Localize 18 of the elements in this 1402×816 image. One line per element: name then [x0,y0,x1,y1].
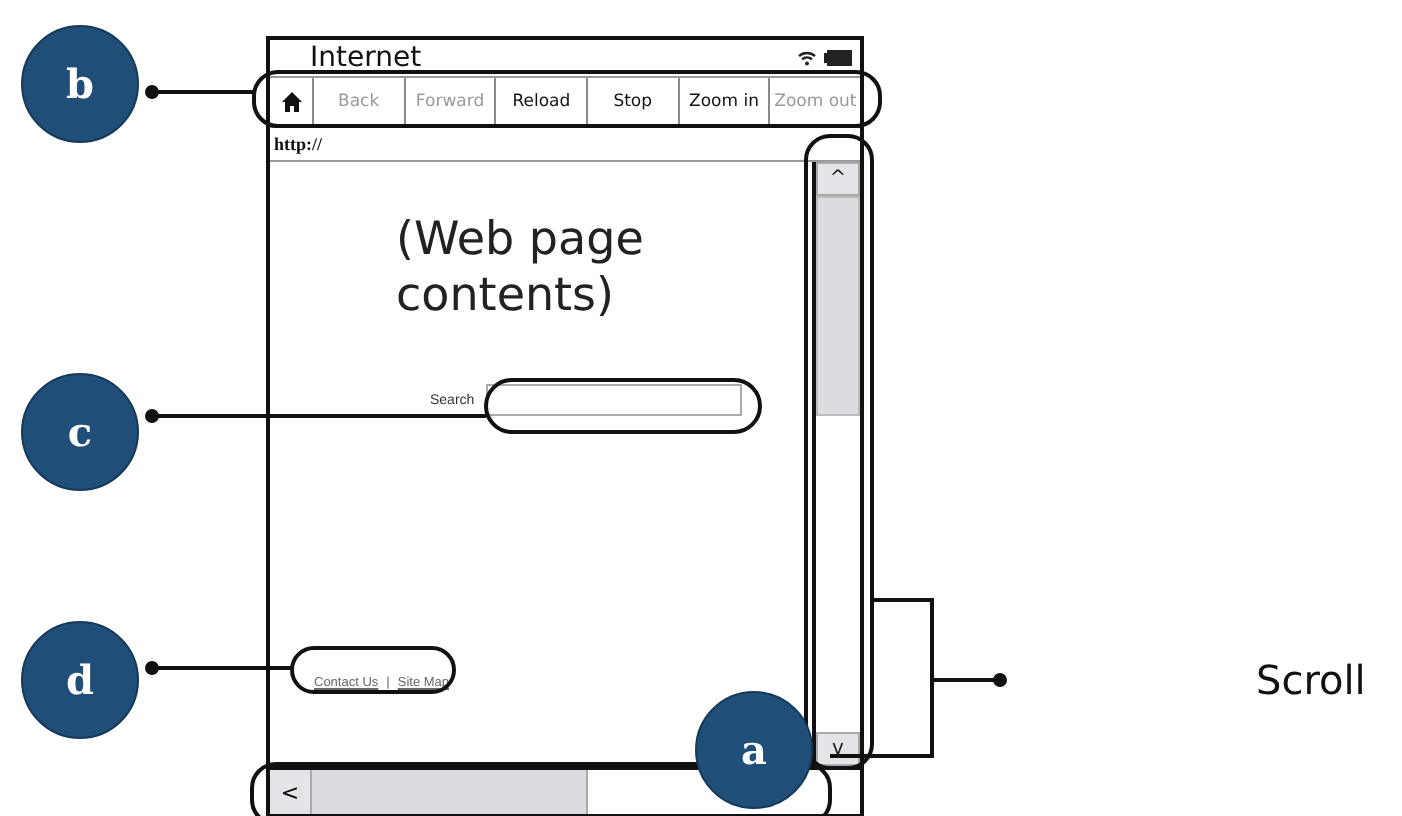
search-field[interactable] [486,384,743,417]
scroll-label: Scroll [1256,656,1366,704]
battery-icon [824,50,852,66]
window-title: Internet [310,44,424,72]
page-heading: (Web page contents) [396,214,646,325]
callout-badge: d [21,621,139,739]
leader-line [145,85,254,99]
address-field[interactable]: http:// [274,134,323,154]
home-icon [281,92,301,112]
scroll-left-button[interactable]: < [270,770,312,814]
callout-badge: a [695,691,813,809]
scroll-thumb[interactable] [312,770,588,814]
callout-badge: c [21,373,139,491]
scroll-down-button[interactable]: v [816,732,860,766]
scroll-up-button[interactable]: ^ [816,162,860,196]
scroll-thumb[interactable] [816,196,860,416]
wifi-icon [798,50,816,66]
callout-badge: b [21,25,139,143]
